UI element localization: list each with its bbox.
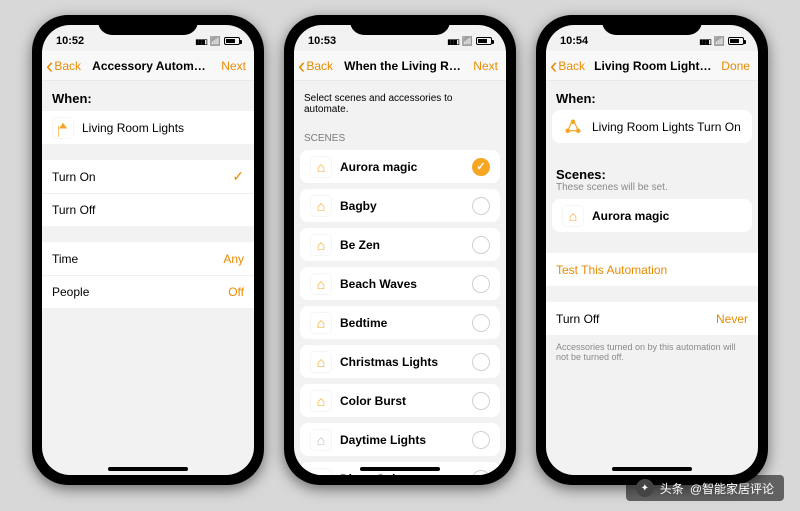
radio-unselected-icon <box>472 197 490 215</box>
watermark: ✦ 头条 @智能家居评论 <box>626 475 784 501</box>
house-icon <box>310 195 332 217</box>
scenes-header: Scenes: <box>546 157 758 182</box>
house-icon <box>310 429 332 451</box>
condition-people[interactable]: People Off <box>42 275 254 308</box>
accessory-name: Living Room Lights <box>82 121 244 135</box>
battery-icon <box>476 37 492 45</box>
notch <box>98 15 198 35</box>
checkmark-icon <box>232 168 244 185</box>
battery-icon <box>728 37 744 45</box>
nav-title: Living Room Lights Turn On <box>594 59 712 73</box>
back-button[interactable]: Back <box>46 59 81 73</box>
next-button[interactable]: Next <box>473 59 498 73</box>
phone-1: 10:52 Back Accessory Automation Next Whe… <box>32 15 264 485</box>
selected-scene-row[interactable]: Aurora magic <box>552 199 752 232</box>
notch <box>602 15 702 35</box>
nav-title: Accessory Automation <box>92 59 210 73</box>
radio-unselected-icon <box>472 353 490 371</box>
watermark-name: @智能家居评论 <box>690 480 774 497</box>
nav-bar: Back Living Room Lights Turn On Done <box>546 51 758 81</box>
turn-off-row[interactable]: Turn Off Never <box>546 302 758 335</box>
when-header: When: <box>42 81 254 110</box>
done-button[interactable]: Done <box>721 59 750 73</box>
scene-row[interactable]: Daytime Lights <box>300 423 500 456</box>
automation-icon <box>562 116 584 138</box>
nav-bar: Back When the Living Room Light… Next <box>294 51 506 81</box>
trigger-summary-row[interactable]: Living Room Lights Turn On <box>552 110 752 143</box>
battery-icon <box>224 37 240 45</box>
radio-unselected-icon <box>472 470 490 476</box>
radio-unselected-icon <box>472 314 490 332</box>
notch <box>350 15 450 35</box>
wifi-icon <box>210 35 221 47</box>
house-icon <box>310 468 332 476</box>
house-icon <box>310 156 332 178</box>
radio-unselected-icon <box>472 431 490 449</box>
scene-row[interactable]: Beach Waves <box>300 267 500 300</box>
trigger-turn-off[interactable]: Turn Off <box>42 193 254 226</box>
house-icon <box>310 273 332 295</box>
condition-time[interactable]: Time Any <box>42 242 254 275</box>
wifi-icon <box>462 35 473 47</box>
clock: 10:54 <box>560 35 588 47</box>
clock: 10:53 <box>308 35 336 47</box>
house-icon <box>310 351 332 373</box>
test-automation-button[interactable]: Test This Automation <box>546 253 758 286</box>
wifi-icon <box>714 35 725 47</box>
clock: 10:52 <box>56 35 84 47</box>
scene-row[interactable]: Christmas Lights <box>300 345 500 378</box>
home-indicator[interactable] <box>612 467 692 471</box>
house-icon <box>310 312 332 334</box>
scene-row[interactable]: Bedtime <box>300 306 500 339</box>
scene-row[interactable]: Color Burst <box>300 384 500 417</box>
back-button[interactable]: Back <box>550 59 585 73</box>
cellular-icon <box>699 35 710 47</box>
instruction-text: Select scenes and accessories to automat… <box>294 81 506 121</box>
next-button[interactable]: Next <box>221 59 246 73</box>
phone-3: 10:54 Back Living Room Lights Turn On Do… <box>536 15 768 485</box>
back-button[interactable]: Back <box>298 59 333 73</box>
scene-row[interactable]: Be Zen <box>300 228 500 261</box>
house-icon <box>310 390 332 412</box>
house-icon <box>310 234 332 256</box>
house-icon <box>562 205 584 227</box>
nav-title: When the Living Room Light… <box>344 59 462 73</box>
scenes-header: SCENES <box>294 121 506 150</box>
radio-selected-icon <box>472 158 490 176</box>
when-header: When: <box>546 81 758 110</box>
home-indicator[interactable] <box>108 467 188 471</box>
radio-unselected-icon <box>472 392 490 410</box>
accessory-row[interactable]: Living Room Lights <box>42 111 254 144</box>
scene-row[interactable]: Bagby <box>300 189 500 222</box>
scenes-subtext: These scenes will be set. <box>546 182 758 199</box>
cellular-icon <box>447 35 458 47</box>
watermark-prefix: 头条 <box>660 480 684 497</box>
cellular-icon <box>195 35 206 47</box>
radio-unselected-icon <box>472 275 490 293</box>
avatar-icon: ✦ <box>636 479 654 497</box>
lamp-icon <box>52 117 74 139</box>
nav-bar: Back Accessory Automation Next <box>42 51 254 81</box>
phone-2: 10:53 Back When the Living Room Light… N… <box>284 15 516 485</box>
footnote-text: Accessories turned on by this automation… <box>546 336 758 368</box>
home-indicator[interactable] <box>360 467 440 471</box>
radio-unselected-icon <box>472 236 490 254</box>
trigger-turn-on[interactable]: Turn On <box>42 160 254 193</box>
scene-row[interactable]: Aurora magic <box>300 150 500 183</box>
